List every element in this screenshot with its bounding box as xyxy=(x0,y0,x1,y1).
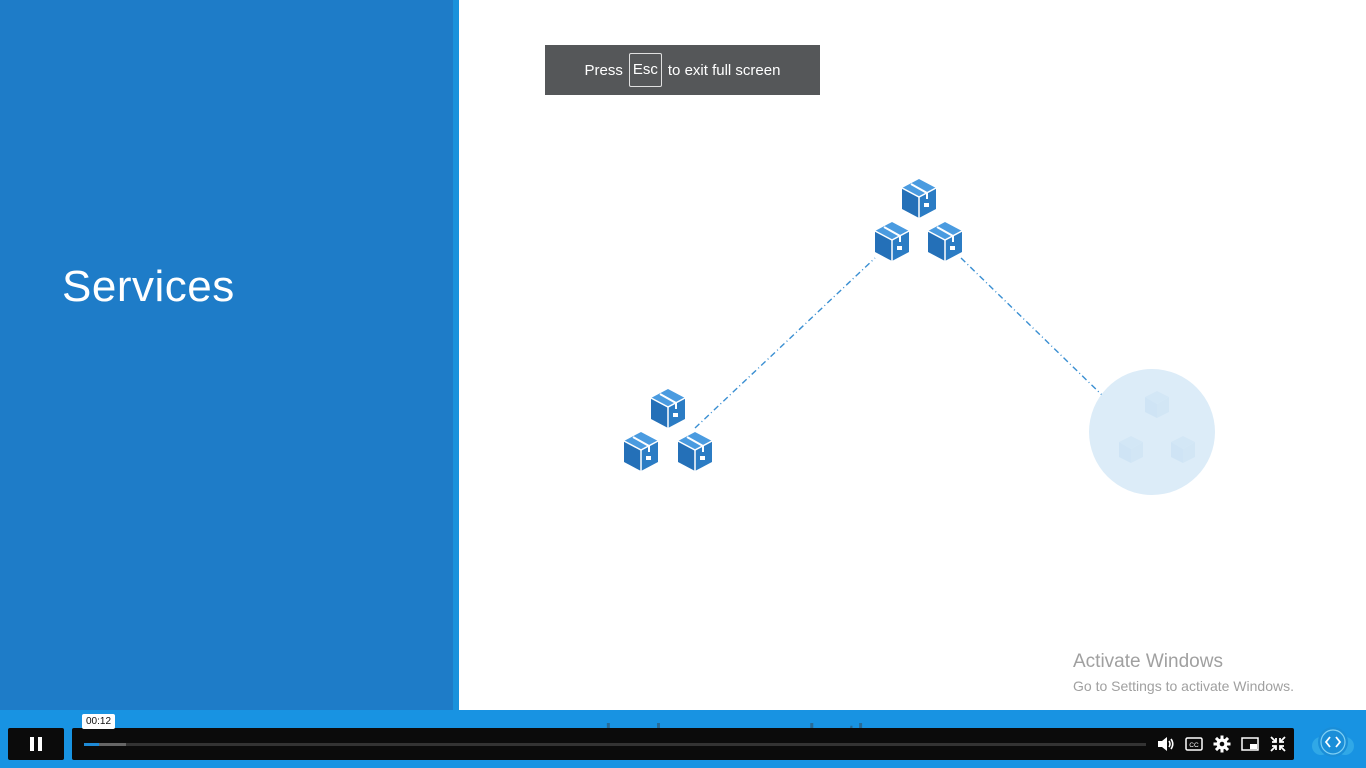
pip-icon xyxy=(1241,737,1259,751)
volume-button[interactable] xyxy=(1156,734,1176,754)
captions-button[interactable]: CC xyxy=(1184,734,1204,754)
progress-fill xyxy=(84,743,99,746)
closed-captions-icon: CC xyxy=(1185,737,1203,751)
svg-text:CC: CC xyxy=(1189,742,1199,749)
service-cluster-faint xyxy=(1089,369,1215,495)
activate-windows-notice: Activate Windows Go to Settings to activ… xyxy=(1073,651,1294,694)
service-cluster-top xyxy=(874,178,963,262)
link-right xyxy=(960,257,1105,398)
pause-icon xyxy=(30,737,34,751)
player-controls xyxy=(72,728,1294,760)
gear-icon xyxy=(1213,735,1231,753)
notice-suffix-text: to exit full screen xyxy=(667,61,781,79)
exit-fullscreen-icon xyxy=(1270,736,1286,752)
link-left xyxy=(694,257,876,429)
services-diagram xyxy=(623,178,1215,495)
pause-button[interactable] xyxy=(8,728,64,760)
slide-left-panel xyxy=(0,0,453,710)
activate-title: Activate Windows xyxy=(1073,651,1223,672)
notice-press-text: Press xyxy=(584,61,623,79)
pause-icon-bar xyxy=(38,737,42,751)
floating-extension-button[interactable] xyxy=(1312,726,1354,760)
slide-title: Services xyxy=(62,262,235,311)
settings-button[interactable] xyxy=(1212,734,1232,754)
esc-key-badge: Esc xyxy=(628,53,662,87)
activate-subtitle: Go to Settings to activate Windows. xyxy=(1073,678,1294,694)
time-tooltip: 00:12 xyxy=(82,714,116,729)
fullscreen-exit-notice: Press Esc to exit full screen xyxy=(545,45,820,95)
service-cluster-left xyxy=(623,388,713,472)
code-brackets-icon xyxy=(1312,727,1354,757)
exit-fullscreen-button[interactable] xyxy=(1268,734,1288,754)
volume-icon xyxy=(1158,737,1174,751)
picture-in-picture-button[interactable] xyxy=(1240,734,1260,754)
progress-track[interactable] xyxy=(84,743,1146,746)
